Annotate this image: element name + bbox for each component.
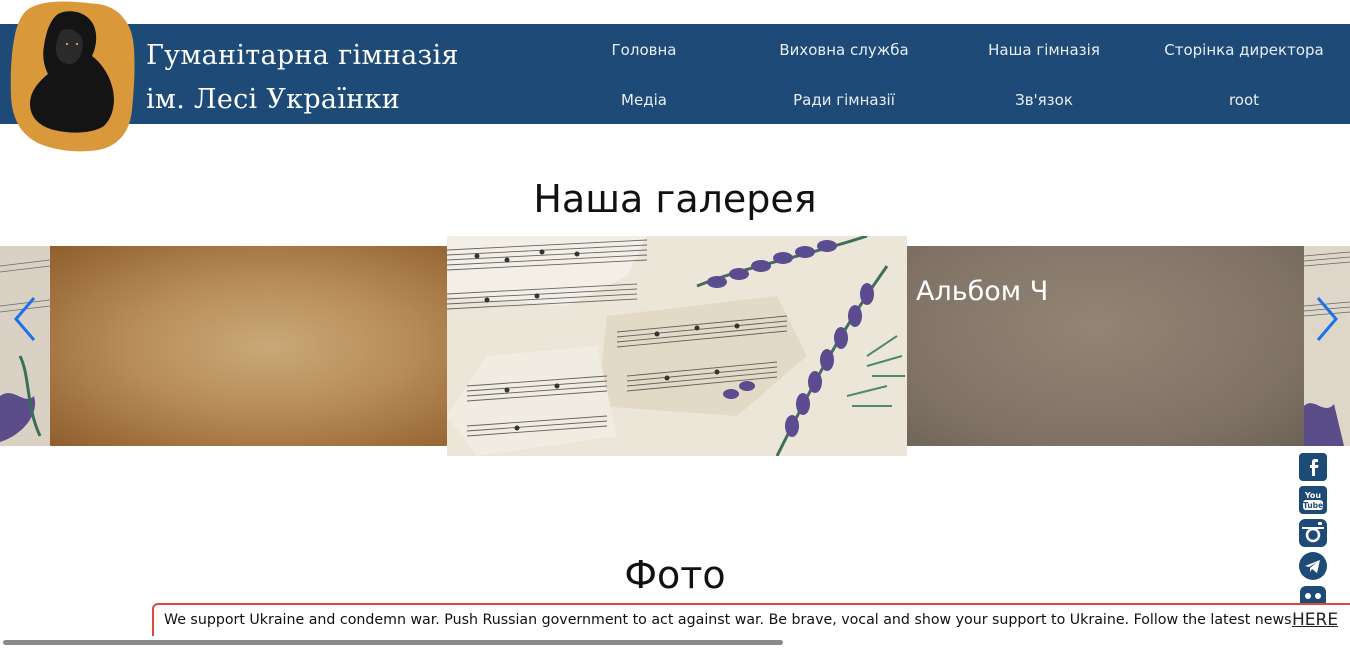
nav-item-home[interactable]: Головна	[544, 40, 744, 60]
nav-item-root[interactable]: root	[1144, 90, 1344, 110]
logo-portrait-icon	[10, 1, 135, 152]
site-title[interactable]: Гуманітарна гімназія ім. Лесі Українки	[146, 34, 459, 122]
school-logo[interactable]	[8, 0, 136, 152]
page: Гуманітарна гімназія ім. Лесі Українки Г…	[0, 0, 1350, 648]
nav-item-media[interactable]: Медіа	[544, 90, 744, 110]
nav-item-education-service[interactable]: Виховна служба	[744, 40, 944, 60]
banner-here-link[interactable]: HERE	[1292, 610, 1338, 630]
nav-item-our-gymnasium[interactable]: Наша гімназія	[944, 40, 1144, 60]
gallery-next-arrow-icon[interactable]	[1314, 294, 1342, 348]
album-title[interactable]: Альбом Ч	[916, 276, 1048, 307]
horizontal-scrollbar-thumb[interactable]	[3, 640, 783, 645]
svg-text:You: You	[1304, 491, 1322, 500]
photo-heading: Фото	[624, 553, 726, 597]
youtube-icon[interactable]: You Tube	[1298, 485, 1328, 515]
site-title-line1: Гуманітарна гімназія	[146, 40, 459, 71]
gallery-slide-music-sheet[interactable]	[447, 236, 907, 456]
gallery-heading: Наша галерея	[533, 177, 817, 221]
ukraine-support-banner: We support Ukraine and condemn war. Push…	[152, 603, 1350, 636]
nav-item-councils[interactable]: Ради гімназії	[744, 90, 944, 110]
telegram-icon[interactable]	[1298, 551, 1328, 581]
gallery-slide-paper[interactable]	[50, 246, 447, 446]
facebook-icon[interactable]	[1298, 452, 1328, 482]
site-title-line2: ім. Лесі Українки	[146, 84, 401, 115]
gallery-prev-arrow-icon[interactable]	[10, 294, 38, 348]
banner-text: We support Ukraine and condemn war. Push…	[164, 612, 1292, 628]
instagram-icon[interactable]	[1298, 518, 1328, 548]
nav-item-director-page[interactable]: Сторінка директора	[1144, 40, 1344, 60]
svg-text:Tube: Tube	[1303, 501, 1323, 510]
nav-item-contact[interactable]: Зв'язок	[944, 90, 1144, 110]
